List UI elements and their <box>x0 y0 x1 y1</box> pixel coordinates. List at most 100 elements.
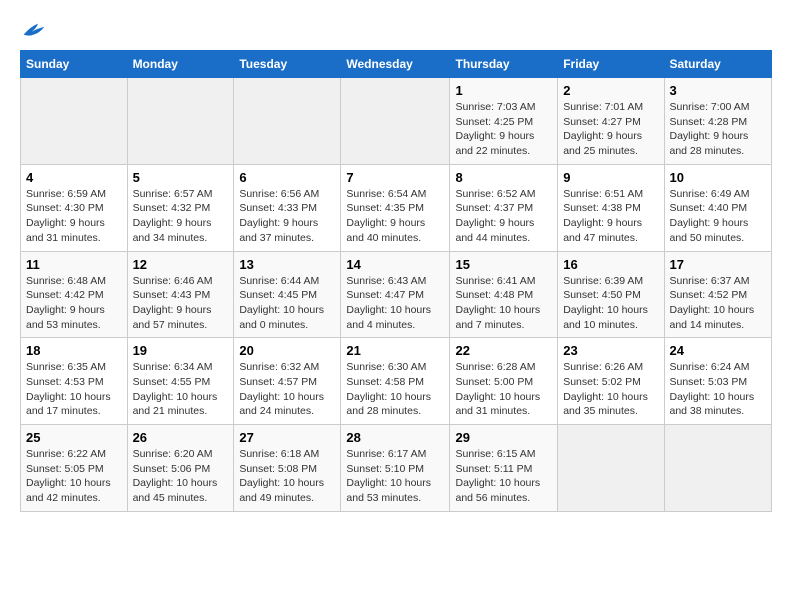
day-detail: Sunrise: 6:39 AM Sunset: 4:50 PM Dayligh… <box>563 274 658 333</box>
calendar-cell: 6 Sunrise: 6:56 AM Sunset: 4:33 PM Daylig… <box>234 164 341 251</box>
calendar-cell <box>558 425 664 512</box>
col-header-friday: Friday <box>558 51 664 78</box>
calendar-cell: 13Sunrise: 6:44 AM Sunset: 4:45 PM Dayli… <box>234 251 341 338</box>
day-number: 12 <box>133 257 229 272</box>
calendar-cell: 15 Sunrise: 6:41 AM Sunset: 4:48 PM Dayli… <box>450 251 558 338</box>
day-number: 5 <box>133 170 229 185</box>
calendar-cell: 19 Sunrise: 6:34 AM Sunset: 4:55 PM Dayli… <box>127 338 234 425</box>
calendar-cell: 10 Sunrise: 6:49 AM Sunset: 4:40 PM Dayli… <box>664 164 772 251</box>
calendar-cell: 2 Sunrise: 7:01 AM Sunset: 4:27 PM Daylig… <box>558 78 664 165</box>
day-detail: Sunrise: 6:57 AM Sunset: 4:32 PM Dayligh… <box>133 187 229 246</box>
calendar-cell <box>234 78 341 165</box>
day-number: 2 <box>563 83 658 98</box>
calendar-cell <box>664 425 772 512</box>
day-detail: Sunrise: 7:03 AM Sunset: 4:25 PM Dayligh… <box>455 100 552 159</box>
day-detail: Sunrise: 6:37 AM Sunset: 4:52 PM Dayligh… <box>670 274 767 333</box>
calendar-cell: 20 Sunrise: 6:32 AM Sunset: 4:57 PM Dayli… <box>234 338 341 425</box>
calendar-cell: 27 Sunrise: 6:18 AM Sunset: 5:08 PM Dayli… <box>234 425 341 512</box>
col-header-saturday: Saturday <box>664 51 772 78</box>
day-number: 28 <box>346 430 444 445</box>
col-header-sunday: Sunday <box>21 51 128 78</box>
calendar-cell: 8 Sunrise: 6:52 AM Sunset: 4:37 PM Daylig… <box>450 164 558 251</box>
calendar-cell: 17 Sunrise: 6:37 AM Sunset: 4:52 PM Dayli… <box>664 251 772 338</box>
day-number: 27 <box>239 430 335 445</box>
day-detail: Sunrise: 6:20 AM Sunset: 5:06 PM Dayligh… <box>133 447 229 506</box>
day-detail: Sunrise: 6:54 AM Sunset: 4:35 PM Dayligh… <box>346 187 444 246</box>
day-detail: Sunrise: 6:59 AM Sunset: 4:30 PM Dayligh… <box>26 187 122 246</box>
day-detail: Sunrise: 6:30 AM Sunset: 4:58 PM Dayligh… <box>346 360 444 419</box>
day-detail: Sunrise: 6:48 AM Sunset: 4:42 PM Dayligh… <box>26 274 122 333</box>
day-number: 22 <box>455 343 552 358</box>
calendar-cell: 29 Sunrise: 6:15 AM Sunset: 5:11 PM Dayli… <box>450 425 558 512</box>
calendar-table: SundayMondayTuesdayWednesdayThursdayFrid… <box>20 50 772 512</box>
day-number: 20 <box>239 343 335 358</box>
day-number: 23 <box>563 343 658 358</box>
calendar-cell: 5 Sunrise: 6:57 AM Sunset: 4:32 PM Daylig… <box>127 164 234 251</box>
calendar-cell <box>21 78 128 165</box>
day-number: 10 <box>670 170 767 185</box>
day-detail: Sunrise: 6:22 AM Sunset: 5:05 PM Dayligh… <box>26 447 122 506</box>
day-detail: Sunrise: 6:35 AM Sunset: 4:53 PM Dayligh… <box>26 360 122 419</box>
day-number: 21 <box>346 343 444 358</box>
calendar-cell: 7 Sunrise: 6:54 AM Sunset: 4:35 PM Daylig… <box>341 164 450 251</box>
day-number: 18 <box>26 343 122 358</box>
calendar-cell: 4 Sunrise: 6:59 AM Sunset: 4:30 PM Daylig… <box>21 164 128 251</box>
day-detail: Sunrise: 6:15 AM Sunset: 5:11 PM Dayligh… <box>455 447 552 506</box>
day-detail: Sunrise: 6:56 AM Sunset: 4:33 PM Dayligh… <box>239 187 335 246</box>
day-number: 11 <box>26 257 122 272</box>
calendar-cell: 23 Sunrise: 6:26 AM Sunset: 5:02 PM Dayli… <box>558 338 664 425</box>
day-detail: Sunrise: 6:46 AM Sunset: 4:43 PM Dayligh… <box>133 274 229 333</box>
day-detail: Sunrise: 6:52 AM Sunset: 4:37 PM Dayligh… <box>455 187 552 246</box>
day-detail: Sunrise: 6:49 AM Sunset: 4:40 PM Dayligh… <box>670 187 767 246</box>
day-number: 6 <box>239 170 335 185</box>
day-detail: Sunrise: 6:41 AM Sunset: 4:48 PM Dayligh… <box>455 274 552 333</box>
day-number: 24 <box>670 343 767 358</box>
day-detail: Sunrise: 6:44 AM Sunset: 4:45 PM Dayligh… <box>239 274 335 333</box>
calendar-cell: 26 Sunrise: 6:20 AM Sunset: 5:06 PM Dayli… <box>127 425 234 512</box>
day-number: 26 <box>133 430 229 445</box>
day-number: 1 <box>455 83 552 98</box>
day-number: 7 <box>346 170 444 185</box>
calendar-cell: 12 Sunrise: 6:46 AM Sunset: 4:43 PM Dayli… <box>127 251 234 338</box>
day-detail: Sunrise: 7:00 AM Sunset: 4:28 PM Dayligh… <box>670 100 767 159</box>
day-detail: Sunrise: 6:26 AM Sunset: 5:02 PM Dayligh… <box>563 360 658 419</box>
calendar-cell: 25 Sunrise: 6:22 AM Sunset: 5:05 PM Dayli… <box>21 425 128 512</box>
calendar-cell: 16Sunrise: 6:39 AM Sunset: 4:50 PM Dayli… <box>558 251 664 338</box>
day-detail: Sunrise: 6:18 AM Sunset: 5:08 PM Dayligh… <box>239 447 335 506</box>
calendar-cell <box>341 78 450 165</box>
calendar-cell: 3 Sunrise: 7:00 AM Sunset: 4:28 PM Daylig… <box>664 78 772 165</box>
day-number: 4 <box>26 170 122 185</box>
calendar-cell: 11 Sunrise: 6:48 AM Sunset: 4:42 PM Dayli… <box>21 251 128 338</box>
day-detail: Sunrise: 6:24 AM Sunset: 5:03 PM Dayligh… <box>670 360 767 419</box>
day-detail: Sunrise: 6:51 AM Sunset: 4:38 PM Dayligh… <box>563 187 658 246</box>
day-detail: Sunrise: 6:32 AM Sunset: 4:57 PM Dayligh… <box>239 360 335 419</box>
calendar-cell: 28 Sunrise: 6:17 AM Sunset: 5:10 PM Dayli… <box>341 425 450 512</box>
col-header-tuesday: Tuesday <box>234 51 341 78</box>
logo <box>20 20 46 40</box>
calendar-cell: 24 Sunrise: 6:24 AM Sunset: 5:03 PM Dayli… <box>664 338 772 425</box>
day-number: 25 <box>26 430 122 445</box>
day-number: 8 <box>455 170 552 185</box>
col-header-monday: Monday <box>127 51 234 78</box>
day-detail: Sunrise: 6:34 AM Sunset: 4:55 PM Dayligh… <box>133 360 229 419</box>
day-number: 9 <box>563 170 658 185</box>
calendar-cell: 18 Sunrise: 6:35 AM Sunset: 4:53 PM Dayli… <box>21 338 128 425</box>
day-detail: Sunrise: 7:01 AM Sunset: 4:27 PM Dayligh… <box>563 100 658 159</box>
calendar-cell: 21 Sunrise: 6:30 AM Sunset: 4:58 PM Dayli… <box>341 338 450 425</box>
col-header-thursday: Thursday <box>450 51 558 78</box>
day-number: 15 <box>455 257 552 272</box>
day-number: 3 <box>670 83 767 98</box>
col-header-wednesday: Wednesday <box>341 51 450 78</box>
day-number: 29 <box>455 430 552 445</box>
day-detail: Sunrise: 6:17 AM Sunset: 5:10 PM Dayligh… <box>346 447 444 506</box>
calendar-cell: 14 Sunrise: 6:43 AM Sunset: 4:47 PM Dayli… <box>341 251 450 338</box>
day-detail: Sunrise: 6:28 AM Sunset: 5:00 PM Dayligh… <box>455 360 552 419</box>
calendar-cell: 22 Sunrise: 6:28 AM Sunset: 5:00 PM Dayli… <box>450 338 558 425</box>
day-number: 17 <box>670 257 767 272</box>
day-number: 14 <box>346 257 444 272</box>
calendar-cell: 1 Sunrise: 7:03 AM Sunset: 4:25 PM Daylig… <box>450 78 558 165</box>
day-detail: Sunrise: 6:43 AM Sunset: 4:47 PM Dayligh… <box>346 274 444 333</box>
calendar-cell <box>127 78 234 165</box>
page-header <box>20 20 772 40</box>
day-number: 19 <box>133 343 229 358</box>
